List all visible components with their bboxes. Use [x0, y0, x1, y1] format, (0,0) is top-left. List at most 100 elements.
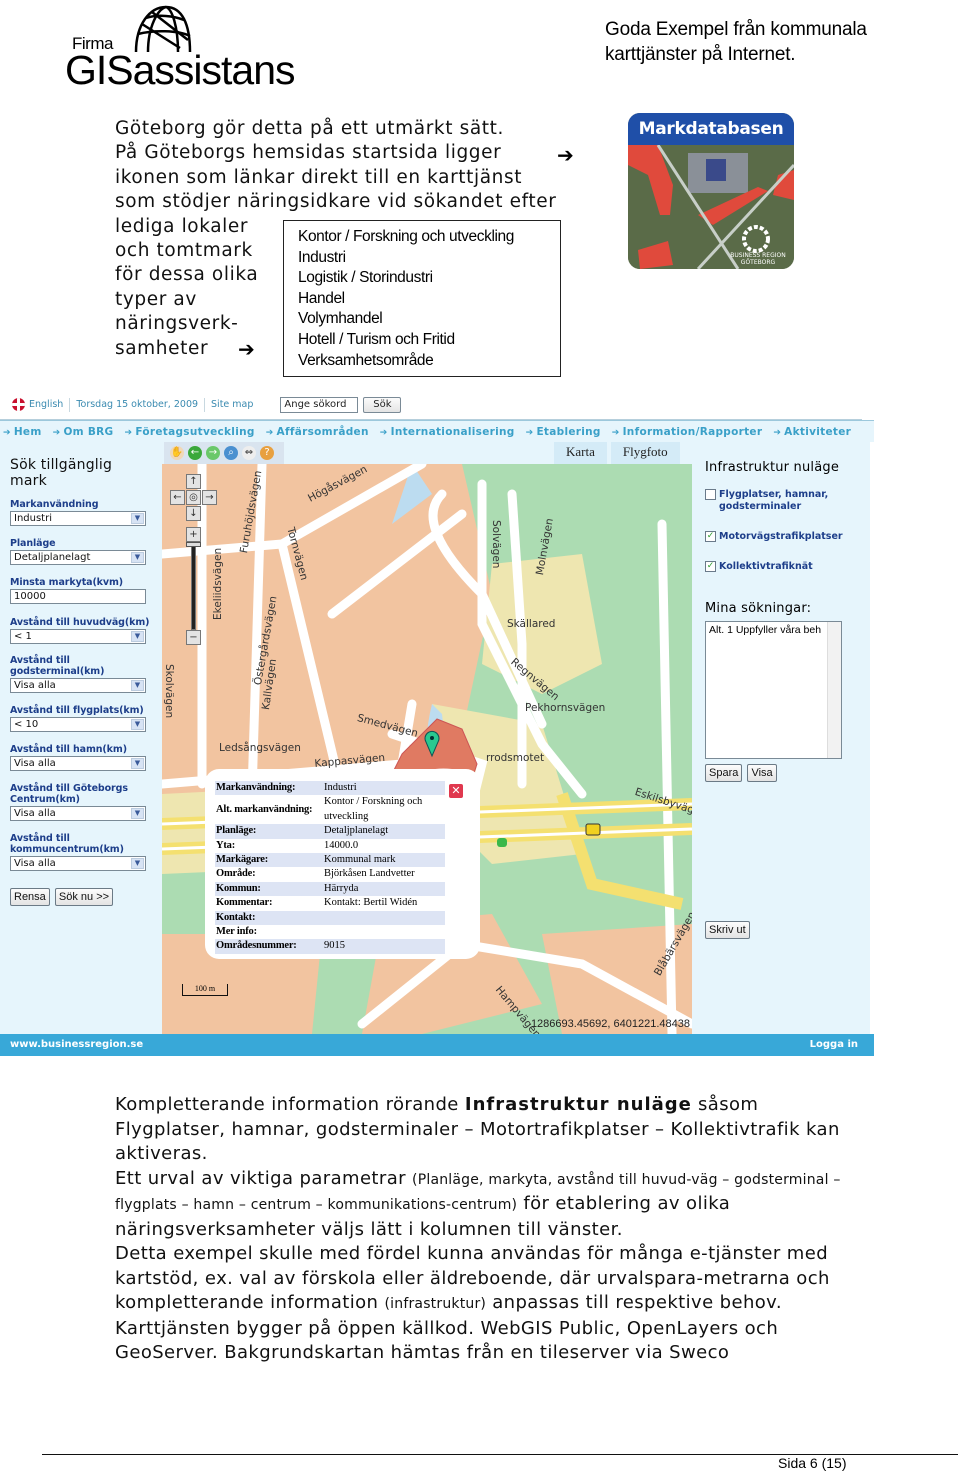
measure-icon[interactable]: ⇔	[242, 446, 256, 460]
field-label: Avstånd till godsterminal(km)	[10, 655, 105, 677]
select-value: Industri	[14, 513, 52, 524]
nav-item-aktiviteter[interactable]: ➔ Aktiviteter	[773, 426, 851, 438]
field-label: Avstånd till hamn(km)	[10, 744, 127, 755]
minsta-markyta-input[interactable]: 10000	[10, 589, 146, 604]
avstand-kommuncentrum-select[interactable]: Visa alla ▼	[10, 856, 146, 871]
info-value: Björkåsen Landvetter	[324, 868, 415, 880]
checkbox-checked-icon[interactable]: ✓	[705, 561, 716, 572]
nav-item-label: Affärsområden	[276, 425, 369, 438]
back-arrow-icon[interactable]: ←	[188, 446, 202, 460]
forward-arrow-icon[interactable]: →	[206, 446, 220, 460]
checkbox-checked-icon[interactable]: ✓	[705, 531, 716, 542]
info-value: Industri	[324, 782, 357, 793]
nav-item-etablering[interactable]: ➔ Etablering	[526, 426, 601, 438]
checkbox-unchecked-icon[interactable]	[705, 489, 716, 500]
zoom-box-icon[interactable]: ⌕	[224, 446, 238, 460]
pan-left-icon[interactable]: ←	[170, 490, 185, 505]
nav-item-om-brg[interactable]: ➔ Om BRG	[53, 426, 114, 438]
nav-arrow-icon: ➔	[265, 427, 274, 438]
pan-up-icon[interactable]: ↑	[186, 474, 201, 489]
map-area: ✋ ← → ⌕ ⇔ ? Karta Flygfoto Högåsvägen Fu…	[152, 442, 692, 1034]
select-value: < 10	[14, 719, 39, 730]
checkbox-kollektivtrafiknat[interactable]: ✓ Kollektivtrafiknät	[705, 561, 870, 573]
info-value	[323, 911, 445, 925]
zoom-out-icon[interactable]: −	[186, 630, 201, 645]
nav-item-hem[interactable]: ➔ Hem	[3, 426, 42, 438]
chevron-down-icon: ▼	[131, 631, 144, 642]
avstand-godsterminal-select[interactable]: Visa alla ▼	[10, 678, 146, 693]
info-key: Planläge:	[216, 825, 257, 837]
info-icon[interactable]: ?	[260, 446, 274, 460]
nav-item-internationalisering[interactable]: ➔ Internationalisering	[380, 426, 515, 438]
tab-karta[interactable]: Karta	[554, 442, 607, 464]
intro-line: På Göteborgs hemsidas startsida ligger	[115, 142, 502, 164]
divider	[204, 397, 206, 412]
markanvandning-select[interactable]: Industri ▼	[10, 511, 146, 526]
pan-hand-icon[interactable]: ✋	[170, 446, 184, 460]
language-link[interactable]: English	[29, 399, 63, 410]
zoom-slider[interactable]	[191, 544, 196, 630]
pan-center-icon[interactable]: ◎	[186, 490, 201, 505]
footer-url[interactable]: www.businessregion.se	[10, 1039, 143, 1050]
field-markanvandning: Markanvändning Industri ▼	[10, 499, 152, 526]
info-key: Yta:	[216, 839, 236, 851]
app-footer: www.businessregion.se Logga in	[0, 1034, 874, 1056]
field-label: Planläge	[10, 538, 56, 549]
info-value: 14000.0	[324, 839, 359, 851]
scrollbar[interactable]	[827, 622, 841, 758]
nav-item-information-rapporter[interactable]: ➔ Information/Rapporter	[612, 426, 763, 438]
my-searches-title: Mina sökningar:	[705, 601, 812, 616]
zoom-in-icon[interactable]: +	[186, 527, 201, 542]
avstand-huvudvag-select[interactable]: < 1 ▼	[10, 629, 146, 644]
login-link[interactable]: Logga in	[810, 1034, 858, 1056]
search-panel-title: Sök tillgänglig mark	[10, 457, 113, 489]
print-button[interactable]: Skriv ut	[705, 921, 750, 939]
field-avstand-goteborg-centrum: Avstånd till Göteborgs Centrum(km) Visa …	[10, 783, 152, 821]
saved-searches-list[interactable]: Alt. 1 Uppfyller våra beh	[705, 621, 842, 759]
checkbox-flygplatser[interactable]: Flygplatser, hamnar, godsterminaler	[705, 489, 870, 513]
info-value: 9015	[324, 940, 345, 952]
saved-search-item[interactable]: Alt. 1 Uppfyller våra beh	[709, 624, 838, 636]
nav-item-foretagsutveckling[interactable]: ➔ Företagsutveckling	[124, 426, 254, 438]
chevron-down-icon: ▼	[131, 719, 144, 730]
parcel-info-popup: ✕ Markanvändning: Industri Alt. markanvän…	[205, 769, 480, 959]
reset-button[interactable]: Rensa	[10, 888, 50, 906]
field-label: Minsta markyta(kvm)	[10, 577, 124, 588]
planlage-select[interactable]: Detaljplanelagt ▼	[10, 550, 146, 565]
street-label: Solvägen	[490, 520, 502, 569]
site-search-button[interactable]: Sök	[363, 396, 402, 413]
pan-right-icon[interactable]: →	[202, 490, 217, 505]
table-row: Alt. markanvändning: Kontor / Forskning o…	[215, 795, 445, 824]
checkbox-motorvagstrafikplatser[interactable]: ✓ Motorvägstrafikplatser	[705, 531, 870, 543]
site-search-input[interactable]: Ange sökord	[280, 396, 359, 413]
close-icon[interactable]: ✕	[449, 784, 463, 798]
zoom-slider-handle[interactable]	[186, 542, 201, 547]
paragraph: Karttjänsten bygger på öppen källkod. We…	[115, 1317, 779, 1364]
show-button[interactable]: Visa	[747, 764, 777, 782]
map-tabs: Karta Flygfoto	[554, 442, 680, 464]
info-key: Alt. markanvändning:	[216, 803, 313, 815]
input-value: 10000	[14, 591, 46, 602]
avstand-hamn-select[interactable]: Visa alla ▼	[10, 756, 146, 771]
map-canvas[interactable]: Högåsvägen Furuhöjdsvägen Tornvägen Ekel…	[162, 464, 692, 1034]
avstand-goteborg-centrum-select[interactable]: Visa alla ▼	[10, 806, 146, 821]
table-row: Yta: 14000.0	[215, 839, 445, 853]
sitemap-link[interactable]: Site map	[211, 399, 253, 410]
save-button[interactable]: Spara	[705, 764, 743, 782]
body-text: Kompletterande information rörande Infra…	[115, 1093, 855, 1366]
info-value: Kommunal mark	[324, 854, 396, 866]
tab-flygfoto[interactable]: Flygfoto	[610, 442, 680, 464]
nav-item-label: Aktiviteter	[784, 425, 852, 438]
main-nav: ➔ Hem ➔ Om BRG ➔ Företagsutveckling ➔ Affärs…	[0, 420, 874, 442]
intro-line: Göteborg gör detta på ett utmärkt sätt.	[115, 118, 504, 139]
markdatabasen-caption: BUSINESS REGION	[730, 252, 785, 259]
business-type-item: Industri	[298, 248, 346, 266]
search-now-button[interactable]: Sök nu >>	[54, 888, 114, 906]
nav-item-affarsomraden[interactable]: ➔ Affärsområden	[266, 426, 369, 438]
pan-down-icon[interactable]: ↓	[186, 506, 201, 521]
map-app-screenshot: English Torsdag 15 oktober, 2009 Site ma…	[0, 390, 874, 1058]
street-label: Skolvägen	[163, 664, 175, 719]
avstand-flygplats-select[interactable]: < 10 ▼	[10, 717, 146, 732]
select-value: Visa alla	[14, 858, 56, 869]
table-row: Markägare: Kommunal mark	[215, 853, 445, 868]
